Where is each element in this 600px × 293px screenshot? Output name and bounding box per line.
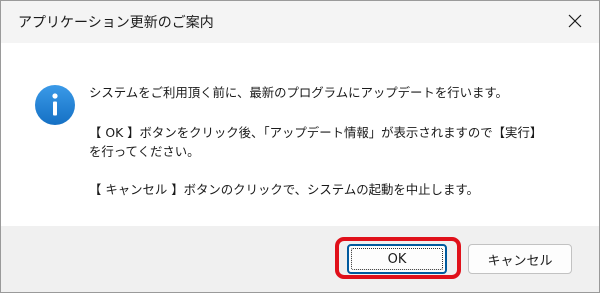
cancel-button[interactable]: キャンセル [468, 244, 572, 274]
message-area: システムをご利用頂く前に、最新のプログラムにアップデートを行います。 【 OK … [1, 43, 599, 226]
message-line-2: 【 OK 】ボタンをクリック後、「アップデート情報」が表示されますので【実行】 [89, 125, 543, 140]
focus-ring [351, 248, 443, 270]
info-icon [34, 84, 76, 126]
message-line-3: を行ってください。 [89, 144, 200, 159]
cancel-button-label: キャンセル [487, 253, 553, 269]
title-bar: アプリケーション更新のご案内 [1, 1, 599, 43]
ok-button[interactable]: OK [347, 244, 447, 274]
close-button[interactable] [559, 5, 591, 37]
close-icon [568, 14, 582, 28]
window-title: アプリケーション更新のご案内 [18, 15, 214, 31]
message-line-1: システムをご利用頂く前に、最新のプログラムにアップデートを行います。 [89, 85, 508, 100]
dialog-window: アプリケーション更新のご案内 システムをご利用頂く前に、最新のプログラムにアップ… [0, 0, 600, 293]
button-bar: OK キャンセル [1, 226, 599, 292]
message-line-4: 【 キャンセル 】ボタンのクリックで、システムの起動を中止します。 [89, 182, 479, 197]
